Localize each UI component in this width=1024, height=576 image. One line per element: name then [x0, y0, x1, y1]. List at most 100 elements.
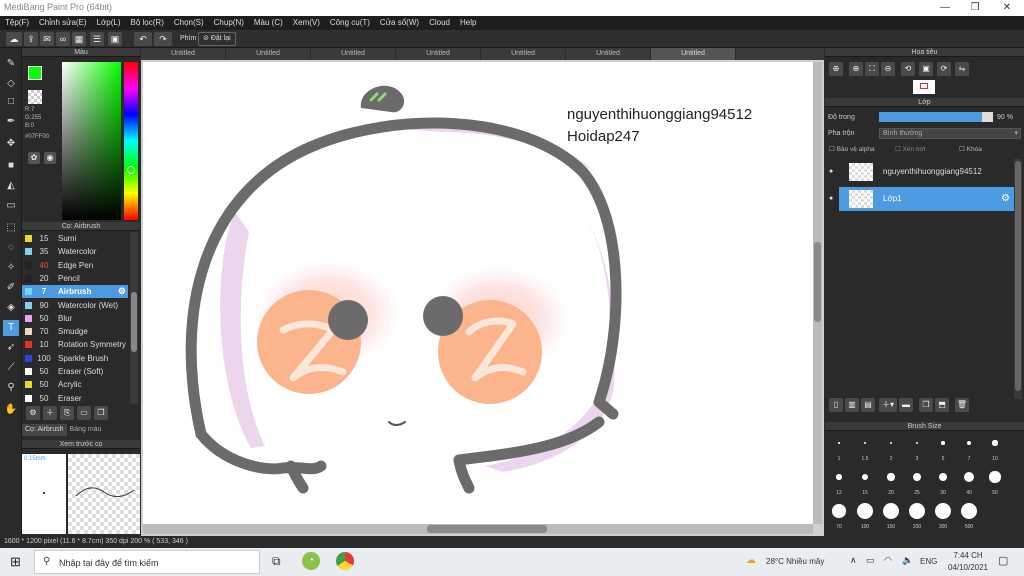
- canvas-hscrollbar[interactable]: [143, 524, 813, 534]
- volume-icon[interactable]: 🔈: [902, 555, 913, 566]
- fill-rect-tool-icon[interactable]: ■: [3, 158, 19, 174]
- opacity-slider[interactable]: [879, 112, 993, 122]
- brush-tool-icon[interactable]: ✎: [3, 56, 19, 72]
- menu-item[interactable]: Màu (C): [249, 16, 288, 30]
- brush-list-item[interactable]: 50 Blur: [22, 312, 128, 325]
- document-tab[interactable]: Untitled: [481, 48, 566, 60]
- transparent-swatch[interactable]: [28, 90, 42, 104]
- brush-list-item[interactable]: 50 Eraser: [22, 392, 128, 404]
- lasso-tool-icon[interactable]: ◌: [3, 240, 19, 256]
- brush-size-cell[interactable]: 50: [983, 466, 1007, 498]
- canvas-hscroll-thumb[interactable]: [427, 525, 547, 533]
- rect-tool-icon[interactable]: □: [3, 94, 19, 110]
- brush-list-item[interactable]: 50 Eraser (Soft): [22, 365, 128, 378]
- brush-list-item[interactable]: 7 Airbrush ⚙: [22, 285, 128, 299]
- navigator-thumbnail[interactable]: [913, 80, 935, 94]
- brush-size-cell[interactable]: 30: [931, 466, 955, 498]
- brush-size-cell[interactable]: 70: [827, 500, 851, 532]
- brush-list-item[interactable]: 90 Watercolor (Wet): [22, 299, 128, 312]
- saturation-value-picker[interactable]: [62, 62, 121, 220]
- brush-copy-icon[interactable]: ⎘: [60, 406, 74, 420]
- lock-checkbox[interactable]: ☐ Khóa: [959, 145, 982, 153]
- duplicate-layer-icon[interactable]: ❐: [919, 398, 933, 412]
- list-icon[interactable]: ☰: [90, 32, 104, 46]
- menu-item[interactable]: Xem(V): [288, 16, 325, 30]
- brush-list-item[interactable]: 50 Acrylic: [22, 378, 128, 391]
- redo-icon[interactable]: ↷: [154, 32, 172, 46]
- taskbar-search[interactable]: ⚲ Nhập tại đây để tìm kiếm: [34, 550, 260, 574]
- fit-window-icon[interactable]: ▣: [919, 62, 933, 76]
- delete-layer-icon[interactable]: 🗑: [955, 398, 969, 412]
- hue-handle[interactable]: [127, 166, 135, 174]
- menu-item[interactable]: Chụp(N): [209, 16, 249, 30]
- operation-tool-icon[interactable]: ➶: [3, 340, 19, 356]
- menu-item[interactable]: Chọn(S): [169, 16, 209, 30]
- tab-brush[interactable]: Cọ: Airbrush: [22, 424, 67, 436]
- brush-size-cell[interactable]: 2: [879, 432, 903, 464]
- menu-item[interactable]: Cửa sổ(W): [375, 16, 424, 30]
- menu-item[interactable]: Cloud: [424, 16, 455, 30]
- menu-item[interactable]: Bộ lọc(R): [126, 16, 169, 30]
- brush-size-cell[interactable]: 300: [931, 500, 955, 532]
- menu-item[interactable]: Công cụ(T): [325, 16, 375, 30]
- grid-icon[interactable]: ▦: [72, 32, 86, 46]
- gradient-tool-icon[interactable]: ▭: [3, 198, 19, 214]
- bucket-tool-icon[interactable]: ◭: [3, 178, 19, 194]
- document-tab[interactable]: Untitled: [651, 48, 736, 60]
- brush-list-item[interactable]: 40 Edge Pen: [22, 259, 128, 272]
- alpha-protect-checkbox[interactable]: ☐ Bảo vệ alpha: [829, 145, 875, 153]
- close-button[interactable]: ✕: [992, 0, 1022, 16]
- comment-icon[interactable]: ✉: [40, 32, 54, 46]
- eraser-tool-icon[interactable]: ◇: [3, 76, 19, 92]
- tab-color-palette[interactable]: Bảng màu: [67, 424, 105, 436]
- add-layer-menu-icon[interactable]: ＋▾: [879, 398, 897, 412]
- document-tab[interactable]: Untitled: [566, 48, 651, 60]
- color-mix-icon[interactable]: ◉: [44, 152, 56, 164]
- windows-start-icon[interactable]: ⊞: [10, 554, 21, 570]
- reset-button[interactable]: ⊘ Đặt lại: [198, 32, 236, 46]
- brush-size-cell[interactable]: 500: [957, 500, 981, 532]
- hue-slider[interactable]: [124, 62, 138, 220]
- layer-row[interactable]: ● nguyenthihuonggiang94512: [829, 160, 1014, 184]
- layer-visibility-icon[interactable]: ●: [829, 160, 833, 184]
- layer-row[interactable]: ● Lớp1 ⚙: [829, 187, 1014, 211]
- cloud-icon[interactable]: ☁: [6, 32, 22, 46]
- layer-visibility-icon[interactable]: ●: [829, 187, 833, 211]
- brush-size-cell[interactable]: 25: [905, 466, 929, 498]
- brush-size-cell[interactable]: 100: [853, 500, 877, 532]
- select-pen-icon[interactable]: ✐: [3, 280, 19, 296]
- clock-date[interactable]: 04/10/2021: [944, 563, 992, 572]
- zoom-actual-icon[interactable]: ⛶: [865, 62, 879, 76]
- brush-list-item[interactable]: 20 Pencil: [22, 272, 128, 285]
- select-tool-icon[interactable]: ⬚: [3, 220, 19, 236]
- rotate-left-icon[interactable]: ⟲: [901, 62, 915, 76]
- brush-size-cell[interactable]: 15: [853, 466, 877, 498]
- brush-size-cell[interactable]: 200: [905, 500, 929, 532]
- move-tool-icon[interactable]: ✥: [3, 136, 19, 152]
- clipping-checkbox[interactable]: ☐ Xén bớt: [895, 145, 926, 153]
- palette-icon[interactable]: ✿: [28, 152, 40, 164]
- layer-scrollbar[interactable]: [1014, 159, 1022, 399]
- zoom-out-icon[interactable]: ⊖: [881, 62, 895, 76]
- brush-size-cell[interactable]: 1: [827, 432, 851, 464]
- brush-size-cell[interactable]: 5: [931, 432, 955, 464]
- flip-icon[interactable]: ⇋: [955, 62, 969, 76]
- weather-text[interactable]: 28°C Nhiều mây: [766, 557, 824, 566]
- text-tool-icon[interactable]: T: [3, 320, 19, 336]
- language-indicator[interactable]: ENG: [920, 557, 937, 566]
- maximize-button[interactable]: ❐: [960, 0, 990, 16]
- brush-size-cell[interactable]: 40: [957, 466, 981, 498]
- blend-mode-select[interactable]: Bình thường ▾: [879, 128, 1021, 139]
- brush-list-item[interactable]: 70 Smudge: [22, 325, 128, 338]
- minimize-button[interactable]: —: [930, 0, 960, 16]
- menu-item[interactable]: Chỉnh sửa(E): [34, 16, 92, 30]
- divide-tool-icon[interactable]: ⟋: [3, 360, 19, 376]
- window-icon[interactable]: ▣: [108, 32, 122, 46]
- brush-size-cell[interactable]: 150: [879, 500, 903, 532]
- brush-size-cell[interactable]: 12: [827, 466, 851, 498]
- notifications-icon[interactable]: ▢: [998, 554, 1008, 567]
- wifi-icon[interactable]: ◠: [884, 555, 892, 566]
- document-tab[interactable]: Untitled: [141, 48, 226, 60]
- brush-window-icon[interactable]: ❐: [94, 406, 108, 420]
- network-icon[interactable]: ▭: [866, 555, 875, 566]
